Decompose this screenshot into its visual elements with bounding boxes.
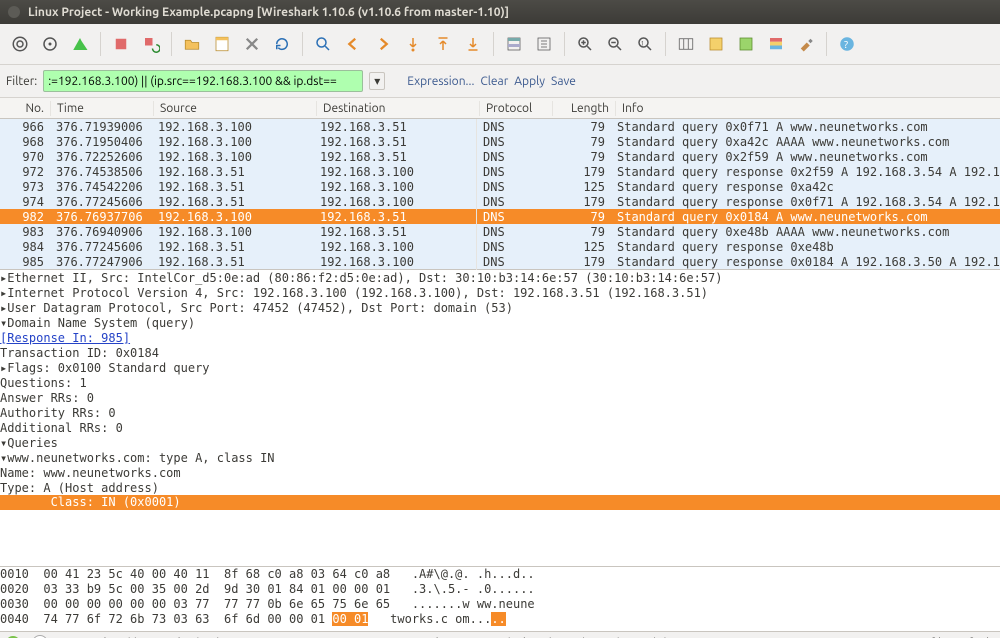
detail-udp[interactable]: ▸User Datagram Protocol, Src Port: 47452… [0, 300, 1000, 315]
options-icon[interactable] [36, 30, 64, 58]
go-last-icon[interactable] [459, 30, 487, 58]
go-forward-icon[interactable] [369, 30, 397, 58]
go-to-packet-icon[interactable] [399, 30, 427, 58]
detail-query-type[interactable]: Type: A (Host address) [0, 480, 1000, 495]
detail-query-name[interactable]: Name: www.neunetworks.com [0, 465, 1000, 480]
packet-row[interactable]: 968376.71950406192.168.3.100192.168.3.51… [0, 134, 1000, 149]
close-file-icon[interactable] [238, 30, 266, 58]
restart-capture-icon[interactable] [137, 30, 165, 58]
hex-row[interactable]: 0030 00 00 00 00 00 00 03 77 77 77 0b 6e… [0, 597, 1000, 612]
hex-row[interactable]: 0020 03 33 b9 5c 00 35 00 2d 9d 30 01 84… [0, 582, 1000, 597]
packet-row[interactable]: 970376.72252606192.168.3.100192.168.3.51… [0, 149, 1000, 164]
response-in-link[interactable]: [Response In: 985] [0, 331, 130, 345]
filter-label: Filter: [6, 75, 37, 88]
detail-response-in[interactable]: [Response In: 985] [0, 330, 1000, 345]
zoom-in-icon[interactable] [571, 30, 599, 58]
filter-save-button[interactable]: Save [551, 75, 576, 88]
status-bar: Query Class (dns.qry.class), 2 by… Packe… [0, 632, 1000, 638]
window-titlebar: Linux Project - Working Example.pcapng [… [0, 0, 1000, 24]
filter-apply-button[interactable]: Apply [514, 75, 545, 88]
detail-query-item[interactable]: ▾www.neunetworks.com: type A, class IN [0, 450, 1000, 465]
packet-row[interactable]: 983376.76940906192.168.3.100192.168.3.51… [0, 224, 1000, 239]
detail-query-class[interactable]: Class: IN (0x0001) [0, 495, 1000, 510]
zoom-reset-icon[interactable]: 1 [631, 30, 659, 58]
col-header-time[interactable]: Time [50, 101, 153, 116]
detail-dns[interactable]: ▾Domain Name System (query) [0, 315, 1000, 330]
interfaces-icon[interactable] [6, 30, 34, 58]
auto-scroll-icon[interactable] [530, 30, 558, 58]
col-header-dst[interactable]: Destination [316, 101, 479, 116]
packet-list-header[interactable]: No. Time Source Destination Protocol Len… [0, 98, 1000, 119]
col-header-no[interactable]: No. [0, 101, 50, 116]
resize-columns-icon[interactable] [672, 30, 700, 58]
packet-details-pane[interactable]: ▸Ethernet II, Src: IntelCor_d5:0e:ad (80… [0, 270, 1000, 567]
detail-additional-rrs[interactable]: Additional RRs: 0 [0, 420, 1000, 435]
filter-input[interactable] [43, 70, 363, 92]
packet-row[interactable]: 972376.74538506192.168.3.51192.168.3.100… [0, 164, 1000, 179]
col-header-src[interactable]: Source [153, 101, 316, 116]
detail-ip[interactable]: ▸Internet Protocol Version 4, Src: 192.1… [0, 285, 1000, 300]
coloring-rules-icon[interactable] [762, 30, 790, 58]
find-icon[interactable] [309, 30, 337, 58]
display-filters-icon[interactable] [732, 30, 760, 58]
packet-list-pane[interactable]: No. Time Source Destination Protocol Len… [0, 98, 1000, 270]
go-first-icon[interactable] [429, 30, 457, 58]
stop-capture-icon[interactable] [107, 30, 135, 58]
packet-row[interactable]: 982376.76937706192.168.3.100192.168.3.51… [0, 209, 1000, 224]
open-file-icon[interactable] [178, 30, 206, 58]
go-back-icon[interactable] [339, 30, 367, 58]
detail-authority-rrs[interactable]: Authority RRs: 0 [0, 405, 1000, 420]
reload-icon[interactable] [268, 30, 296, 58]
packet-row[interactable]: 973376.74542206192.168.3.51192.168.3.100… [0, 179, 1000, 194]
window-close-icon[interactable] [8, 6, 20, 18]
svg-text:1: 1 [641, 41, 645, 48]
colorize-icon[interactable] [500, 30, 528, 58]
hex-row[interactable]: 0040 74 77 6f 72 6b 73 03 63 6f 6d 00 00… [0, 612, 1000, 627]
col-header-info[interactable]: Info [615, 101, 1000, 116]
detail-queries[interactable]: ▾Queries [0, 435, 1000, 450]
col-header-len[interactable]: Length [552, 101, 615, 116]
save-file-icon[interactable] [208, 30, 236, 58]
capture-filters-icon[interactable] [702, 30, 730, 58]
packet-row[interactable]: 974376.77245606192.168.3.51192.168.3.100… [0, 194, 1000, 209]
detail-transaction-id[interactable]: Transaction ID: 0x0184 [0, 345, 1000, 360]
filter-toolbar: Filter: ▾ Expression... Clear Apply Save [0, 65, 1000, 98]
window-title: Linux Project - Working Example.pcapng [… [28, 6, 509, 19]
detail-ethernet[interactable]: ▸Ethernet II, Src: IntelCor_d5:0e:ad (80… [0, 270, 1000, 285]
detail-questions[interactable]: Questions: 1 [0, 375, 1000, 390]
filter-expression-button[interactable]: Expression... [407, 75, 474, 88]
help-icon[interactable]: ? [833, 30, 861, 58]
col-header-proto[interactable]: Protocol [479, 101, 552, 116]
packet-row[interactable]: 984376.77245606192.168.3.51192.168.3.100… [0, 239, 1000, 254]
zoom-out-icon[interactable] [601, 30, 629, 58]
main-toolbar: 1 ? [0, 24, 1000, 65]
hex-row[interactable]: 0010 00 41 23 5c 40 00 40 11 8f 68 c0 a8… [0, 567, 1000, 582]
filter-dropdown-icon[interactable]: ▾ [369, 72, 385, 90]
detail-flags[interactable]: ▸Flags: 0x0100 Standard query [0, 360, 1000, 375]
start-capture-icon[interactable] [66, 30, 94, 58]
detail-answer-rrs[interactable]: Answer RRs: 0 [0, 390, 1000, 405]
filter-clear-button[interactable]: Clear [480, 75, 508, 88]
packet-bytes-pane[interactable]: 0010 00 41 23 5c 40 00 40 11 8f 68 c0 a8… [0, 567, 1000, 632]
packet-row[interactable]: 966376.71939006192.168.3.100192.168.3.51… [0, 119, 1000, 134]
svg-text:?: ? [844, 38, 848, 50]
packet-row[interactable]: 985376.77247906192.168.3.51192.168.3.100… [0, 254, 1000, 269]
preferences-icon[interactable] [792, 30, 820, 58]
